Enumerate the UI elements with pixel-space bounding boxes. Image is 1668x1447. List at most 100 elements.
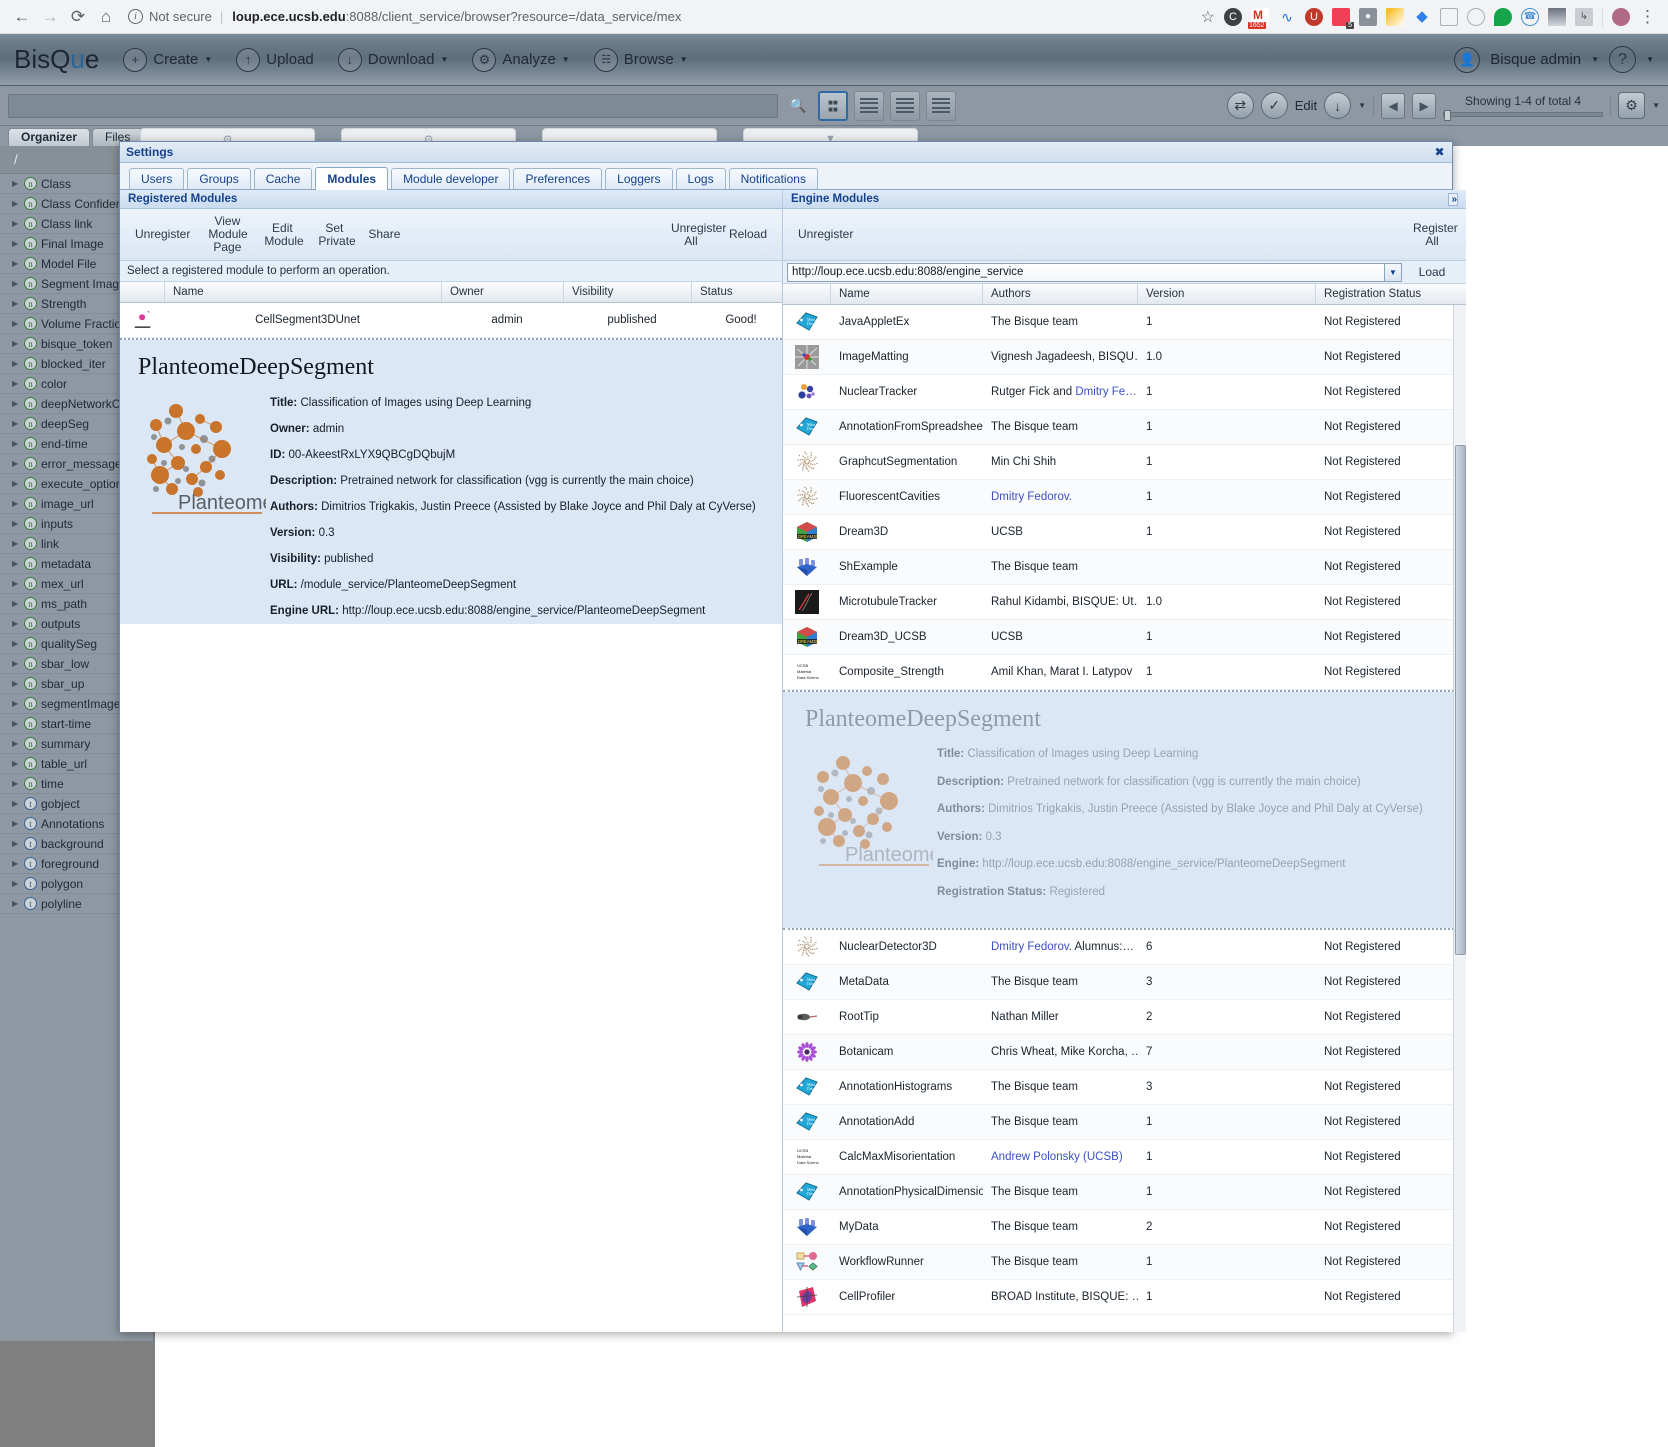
- ublock-icon[interactable]: U: [1305, 7, 1323, 26]
- expand-triangle-icon[interactable]: ▶: [12, 539, 20, 548]
- register-all-button[interactable]: Register All: [1404, 221, 1460, 248]
- expand-panel-icon[interactable]: »: [1448, 192, 1458, 206]
- expand-triangle-icon[interactable]: ▶: [12, 479, 20, 488]
- search-input[interactable]: [8, 93, 778, 118]
- extension-icon-12[interactable]: ☎: [1521, 7, 1539, 26]
- reload-button[interactable]: Reload: [720, 228, 776, 241]
- engine-scrollbar[interactable]: [1453, 305, 1466, 1332]
- col-header-visibility[interactable]: Visibility: [564, 282, 692, 302]
- table-row[interactable]: UCSB Material Data Science Composite_Streng…: [783, 655, 1466, 690]
- app-logo[interactable]: BisQue: [14, 44, 99, 75]
- table-row[interactable]: CellProfiler BROAD Institute, BISQUE: … 1 N…: [783, 1280, 1466, 1315]
- col-header-authors[interactable]: Authors: [983, 284, 1138, 304]
- page-slider-knob[interactable]: [1444, 110, 1452, 121]
- table-row[interactable]: NuclearDetector3D Dmitry Fedorov. Alumnus…: [783, 930, 1466, 965]
- col-header-owner[interactable]: Owner: [442, 282, 564, 302]
- previous-icon[interactable]: ◀: [1381, 92, 1406, 119]
- extension-icon-7[interactable]: [1386, 7, 1404, 26]
- table-row[interactable]: Botanicam Chris Wheat, Mike Korcha, … 7 Not…: [783, 1035, 1466, 1070]
- extension-icon-10[interactable]: [1467, 7, 1485, 26]
- forward-icon[interactable]: →: [36, 3, 64, 31]
- expand-triangle-icon[interactable]: ▶: [12, 259, 20, 268]
- pocket-icon[interactable]: 5: [1332, 7, 1354, 29]
- expand-triangle-icon[interactable]: ▶: [12, 879, 20, 888]
- tab-cache[interactable]: Cache: [253, 168, 313, 189]
- unregister-all-button[interactable]: Unregister All: [662, 221, 726, 248]
- extension-icon-3[interactable]: ∿: [1278, 8, 1296, 26]
- menu-upload[interactable]: ↑ Upload: [236, 47, 314, 72]
- expand-triangle-icon[interactable]: ▶: [12, 639, 20, 648]
- search-icon[interactable]: 🔍: [784, 92, 812, 120]
- share-button[interactable]: Share: [359, 228, 409, 241]
- expand-triangle-icon[interactable]: ▶: [12, 619, 20, 628]
- site-info-icon[interactable]: i: [128, 9, 143, 24]
- star-icon[interactable]: ☆: [1201, 7, 1215, 27]
- col-header-name[interactable]: Name: [165, 282, 442, 302]
- expand-triangle-icon[interactable]: ▶: [12, 219, 20, 228]
- engine-url-input[interactable]: http://loup.ece.ucsb.edu:8088/engine_ser…: [787, 262, 1385, 282]
- table-row[interactable]: DREAM3D Dream3D UCSB 1 Not Registered: [783, 515, 1466, 550]
- expand-triangle-icon[interactable]: ▶: [12, 719, 20, 728]
- table-row[interactable]: DREAM3D Dream3D_UCSB UCSB 1 Not Registered: [783, 620, 1466, 655]
- menu-download[interactable]: ↓ Download ▼: [337, 47, 448, 72]
- expand-triangle-icon[interactable]: ▶: [12, 819, 20, 828]
- table-row[interactable]: Meta Data AnnotationAdd The Bisque team 1 Not…: [783, 1105, 1466, 1140]
- detail-view-icon[interactable]: [926, 90, 956, 121]
- engine-unregister-button[interactable]: Unregister: [789, 228, 862, 241]
- expand-triangle-icon[interactable]: ▶: [12, 679, 20, 688]
- expand-triangle-icon[interactable]: ▶: [12, 239, 20, 248]
- expand-triangle-icon[interactable]: ▶: [12, 799, 20, 808]
- col-header-icon[interactable]: [120, 282, 165, 302]
- expand-triangle-icon[interactable]: ▶: [12, 579, 20, 588]
- expand-triangle-icon[interactable]: ▶: [12, 199, 20, 208]
- tab-modules[interactable]: Modules: [315, 167, 389, 190]
- table-row[interactable]: Meta Data MetaData The Bisque team 3 Not Regi…: [783, 965, 1466, 1000]
- expand-triangle-icon[interactable]: ▶: [12, 699, 20, 708]
- extension-icon-11[interactable]: [1494, 7, 1512, 26]
- dialog-titlebar[interactable]: Settings ✖: [120, 142, 1452, 163]
- authors-link[interactable]: Andrew Polonsky (UCSB): [991, 1151, 1123, 1163]
- table-row[interactable]: MyData The Bisque team 2 Not Registered: [783, 1210, 1466, 1245]
- expand-triangle-icon[interactable]: ▶: [12, 299, 20, 308]
- table-row[interactable]: MicrotubuleTracker Rahul Kidambi, BISQUE:…: [783, 585, 1466, 620]
- refresh-icon[interactable]: ⇄: [1226, 92, 1254, 119]
- chevron-down-icon[interactable]: ▼: [1358, 101, 1366, 110]
- close-icon[interactable]: ✖: [1433, 145, 1446, 159]
- table-row[interactable]: NuclearTracker Rutger Fick and Dmitry Fe……: [783, 375, 1466, 410]
- tab-users[interactable]: Users: [129, 168, 185, 189]
- load-button[interactable]: Load: [1402, 265, 1462, 279]
- extension-icon-8[interactable]: ◆: [1413, 8, 1431, 26]
- expand-triangle-icon[interactable]: ▶: [12, 859, 20, 868]
- menu-browse[interactable]: ☵ Browse ▼: [593, 47, 688, 72]
- page-view-icon[interactable]: [890, 90, 920, 121]
- set-private-button[interactable]: Set Private: [309, 221, 359, 248]
- extension-icon-6[interactable]: ●: [1359, 7, 1377, 26]
- edit-label[interactable]: Edit: [1295, 98, 1317, 113]
- table-row[interactable]: Meta Data AnnotationFromSpreadsheet The Bis…: [783, 410, 1466, 445]
- expand-triangle-icon[interactable]: ▶: [12, 279, 20, 288]
- back-icon[interactable]: ←: [8, 3, 36, 31]
- gear-icon[interactable]: ⚙: [1618, 92, 1646, 119]
- expand-triangle-icon[interactable]: ▶: [12, 399, 20, 408]
- table-row[interactable]: ImageMatting Vignesh Jagadeesh, BISQU… 1.0…: [783, 340, 1466, 375]
- reload-icon[interactable]: ⟳: [64, 3, 92, 31]
- table-row[interactable]: UCSB Material Data Science CalcMaxMisorient…: [783, 1140, 1466, 1175]
- expand-triangle-icon[interactable]: ▶: [12, 779, 20, 788]
- col-header-icon[interactable]: [783, 284, 831, 304]
- tab-logs[interactable]: Logs: [675, 168, 726, 189]
- authors-link[interactable]: Dmitry Fedorov.: [991, 491, 1072, 503]
- expand-triangle-icon[interactable]: ▶: [12, 559, 20, 568]
- extension-icon-9[interactable]: [1440, 7, 1458, 26]
- engine-rows-scroll[interactable]: Meta Data JavaAppletEx The Bisque team 1 Not …: [783, 305, 1466, 1332]
- expand-triangle-icon[interactable]: ▶: [12, 599, 20, 608]
- edit-module-button[interactable]: Edit Module: [255, 221, 309, 248]
- table-row[interactable]: ShExample The Bisque team Not Registered: [783, 550, 1466, 585]
- gmail-icon[interactable]: M 1652: [1248, 7, 1269, 29]
- chevron-down-icon[interactable]: ▼: [1385, 262, 1402, 282]
- tab-loggers[interactable]: Loggers: [605, 168, 673, 189]
- expand-triangle-icon[interactable]: ▶: [12, 359, 20, 368]
- thumbnail-view-icon[interactable]: ■■ ■■: [818, 90, 848, 121]
- table-row[interactable]: WorkflowRunner The Bisque team 1 Not Regist…: [783, 1245, 1466, 1280]
- expand-triangle-icon[interactable]: ▶: [12, 899, 20, 908]
- address-bar[interactable]: i Not secure | loup.ece.ucsb.edu:8088/cl…: [128, 9, 1201, 24]
